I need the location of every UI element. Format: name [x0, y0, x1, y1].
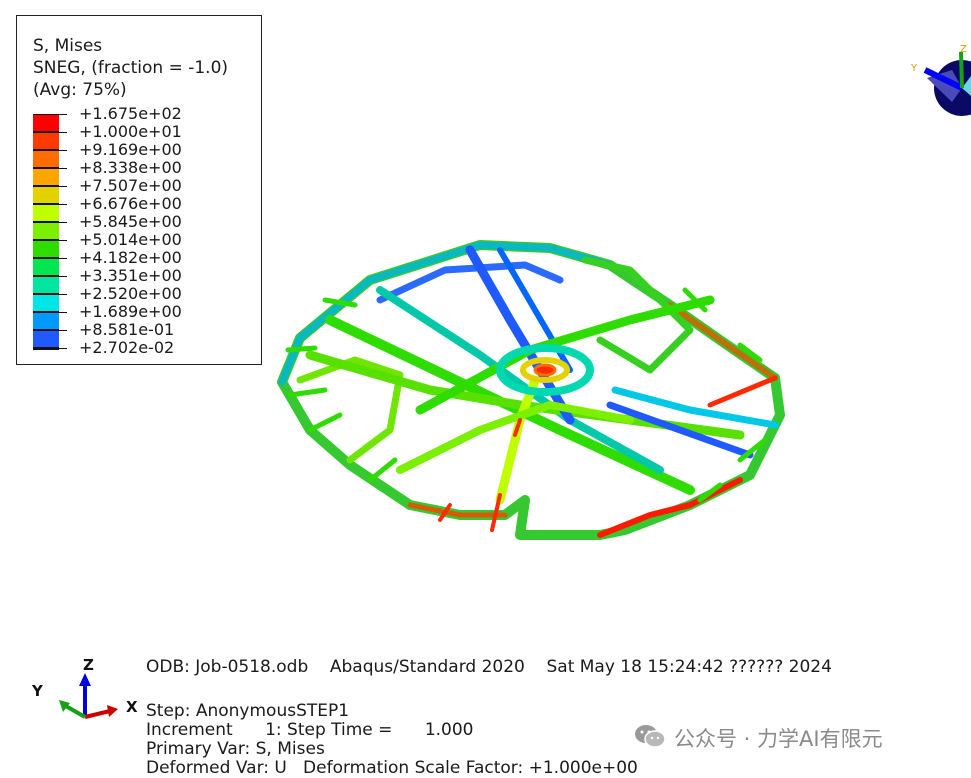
legend-swatch [33, 330, 59, 348]
legend-title-sneg: SNEG, (fraction = -1.0) [33, 58, 229, 78]
legend-tick [59, 312, 67, 313]
legend-value: +1.000e+01 [79, 122, 182, 141]
legend-entry: +2.702e-02 [33, 340, 263, 366]
triad-x-label-bl: X [126, 698, 138, 716]
triad-y-label-bl: Y [31, 682, 44, 700]
legend-tick [59, 348, 67, 349]
step-info-line: Step: AnonymousSTEP1 [146, 701, 350, 721]
wechat-icon [634, 723, 666, 754]
triad-y-label: Y [910, 63, 918, 74]
legend-value: +4.182e+00 [79, 248, 182, 267]
legend-tick [59, 276, 67, 277]
legend-tick [59, 222, 67, 223]
legend-color-scale: +1.675e+02 +1.000e+01 +9.169e+00 +8.338e+00… [33, 106, 263, 356]
legend-swatch [33, 222, 59, 240]
legend-swatch [33, 114, 59, 132]
legend-tick [59, 294, 67, 295]
legend-value: +7.507e+00 [79, 176, 182, 195]
legend-swatch [33, 186, 59, 204]
legend-value: +6.676e+00 [79, 194, 182, 213]
deformed-var-line: Deformed Var: U Deformation Scale Factor… [146, 758, 638, 778]
legend-value: +8.581e-01 [79, 320, 175, 339]
legend-tick [59, 330, 67, 331]
legend-value: +3.351e+00 [79, 266, 182, 285]
legend-value: +2.702e-02 [79, 338, 175, 357]
legend-value: +5.014e+00 [79, 230, 182, 249]
legend-tick [59, 168, 67, 169]
legend-value: +9.169e+00 [79, 140, 182, 159]
legend-swatch [33, 204, 59, 222]
legend-tick [59, 150, 67, 151]
watermark: 公众号 · 力学AI有限元 [634, 722, 883, 754]
legend-tick [59, 258, 67, 259]
legend-value: +1.675e+02 [79, 104, 182, 123]
legend-swatch [33, 240, 59, 258]
legend-tick [59, 186, 67, 187]
legend-swatch [33, 294, 59, 312]
legend-swatch [33, 258, 59, 276]
triad-z-label-bl: Z [83, 656, 94, 674]
view-triad-top-right: Y Z [905, 40, 971, 140]
watermark-text: 公众号 · 力学AI有限元 [674, 727, 883, 751]
legend-swatch [33, 150, 59, 168]
legend-swatch [33, 312, 59, 330]
legend-swatch [33, 276, 59, 294]
legend-value: +2.520e+00 [79, 284, 182, 303]
legend-value: +1.689e+00 [79, 302, 182, 321]
legend-tick [59, 132, 67, 133]
legend-tick [59, 240, 67, 241]
odb-info-line: ODB: Job-0518.odb Abaqus/Standard 2020 S… [146, 657, 832, 677]
fe-model-contour-plot [270, 230, 800, 560]
legend-tick [59, 204, 67, 205]
legend-swatch [33, 168, 59, 186]
legend-value: +8.338e+00 [79, 158, 182, 177]
legend-tick [59, 114, 67, 115]
legend-value: +5.845e+00 [79, 212, 182, 231]
legend-swatch [33, 132, 59, 150]
legend-title-variable: S, Mises [33, 36, 103, 56]
view-triad-bottom-left: Z Y X [30, 655, 142, 725]
contour-legend: S, Mises SNEG, (fraction = -1.0) (Avg: 7… [16, 15, 262, 365]
primary-var-line: Primary Var: S, Mises [146, 739, 325, 759]
legend-swatch-end [33, 348, 59, 350]
increment-info-line: Increment 1: Step Time = 1.000 [146, 720, 474, 740]
legend-title-avg: (Avg: 75%) [33, 80, 127, 100]
triad-z-label: Z [960, 44, 967, 55]
